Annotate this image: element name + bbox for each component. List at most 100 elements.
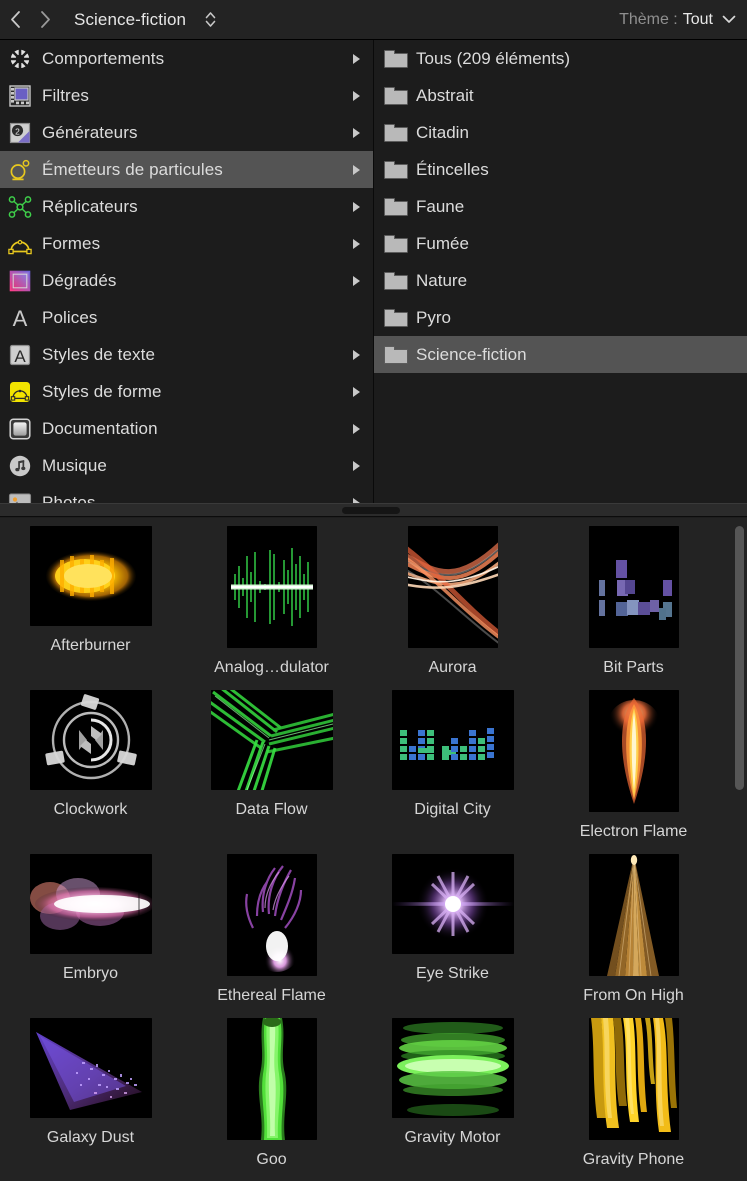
asset-cell[interactable]: Eye Strike <box>362 854 543 1018</box>
asset-cell[interactable]: Galaxy Dust <box>0 1018 181 1181</box>
disclosure-arrow-icon <box>353 349 360 360</box>
asset-thumbnail[interactable] <box>588 854 679 976</box>
folder-label: Tous (209 éléments) <box>416 48 571 68</box>
asset-thumbnail[interactable] <box>29 526 152 626</box>
browser-horizontal-scrollbar[interactable] <box>0 503 747 517</box>
forward-button[interactable] <box>30 0 60 40</box>
asset-thumbnail[interactable] <box>391 1018 514 1118</box>
sidebar-item-replicateurs[interactable]: Réplicateurs <box>0 188 373 225</box>
folder-item-fumee[interactable]: Fumée <box>374 225 747 262</box>
sidebar-item-polices[interactable]: A Polices <box>0 299 373 336</box>
asset-label: Data Flow <box>235 801 308 818</box>
asset-cell[interactable]: Digital City <box>362 690 543 854</box>
folder-item-citadin[interactable]: Citadin <box>374 114 747 151</box>
asset-label: Ethereal Flame <box>217 987 326 1004</box>
sidebar-item-musique[interactable]: Musique <box>0 447 373 484</box>
asset-cell[interactable]: Clockwork <box>0 690 181 854</box>
sidebar-item-styles-de-forme[interactable]: Styles de forme <box>0 373 373 410</box>
asset-label: From On High <box>583 987 684 1004</box>
folder-list[interactable]: Tous (209 éléments) Abstrait Citadin Éti… <box>374 40 747 503</box>
sidebar-item-emetteurs-de-particules[interactable]: Émetteurs de particules <box>0 151 373 188</box>
folder-item-tous[interactable]: Tous (209 éléments) <box>374 40 747 77</box>
motion-library-browser: Science-fiction Thème : Tout Comportemen… <box>0 0 747 1181</box>
folder-icon <box>384 49 408 68</box>
asset-cell[interactable]: Embryo <box>0 854 181 1018</box>
folder-item-abstrait[interactable]: Abstrait <box>374 77 747 114</box>
back-button[interactable] <box>0 0 30 40</box>
asset-label: Digital City <box>414 801 491 818</box>
folder-item-faune[interactable]: Faune <box>374 188 747 225</box>
sidebar-item-label: Photos <box>42 492 96 504</box>
asset-thumbnail[interactable] <box>407 526 498 648</box>
asset-thumbnail[interactable] <box>210 690 333 790</box>
folder-icon <box>384 197 408 216</box>
asset-thumbnail[interactable] <box>391 854 514 954</box>
asset-thumbnail[interactable] <box>29 690 152 790</box>
sidebar-item-generateurs[interactable]: 2 Générateurs <box>0 114 373 151</box>
sidebar-item-comportements[interactable]: Comportements <box>0 40 373 77</box>
sidebar-item-degrades[interactable]: Dégradés <box>0 262 373 299</box>
asset-thumbnail[interactable] <box>226 1018 317 1140</box>
disclosure-arrow-icon <box>353 201 360 212</box>
folder-label: Citadin <box>416 122 469 142</box>
sidebar-item-label: Polices <box>42 307 98 327</box>
sidebar-item-photos[interactable]: Photos <box>0 484 373 503</box>
sidebar-item-filtres[interactable]: Filtres <box>0 77 373 114</box>
asset-cell[interactable]: Ethereal Flame <box>181 854 362 1018</box>
path-stepper-button[interactable] <box>204 0 217 40</box>
sidebar-item-label: Documentation <box>42 418 158 438</box>
asset-cell[interactable]: Goo <box>181 1018 362 1181</box>
asset-cell[interactable]: From On High <box>543 854 724 1018</box>
disclosure-arrow-icon <box>353 90 360 101</box>
scrollbar-thumb[interactable] <box>735 526 744 790</box>
folder-label: Fumée <box>416 233 469 253</box>
sidebar-item-label: Musique <box>42 455 107 475</box>
sidebar-item-label: Styles de texte <box>42 344 156 364</box>
asset-thumbnail[interactable] <box>29 854 152 954</box>
asset-thumbnail[interactable] <box>226 526 317 648</box>
sidebar-item-documentation[interactable]: Documentation <box>0 410 373 447</box>
folder-icon <box>384 234 408 253</box>
folder-item-nature[interactable]: Nature <box>374 262 747 299</box>
stepper-updown-icon <box>205 12 216 27</box>
asset-thumbnail[interactable] <box>588 1018 679 1140</box>
scrollbar-thumb[interactable] <box>342 507 400 514</box>
asset-label: Gravity Phone <box>582 1151 685 1168</box>
asset-cell[interactable]: Gravity Phone <box>543 1018 724 1181</box>
sidebar-item-styles-de-texte[interactable]: A Styles de texte <box>0 336 373 373</box>
sidebar-item-formes[interactable]: Formes <box>0 225 373 262</box>
asset-cell[interactable]: Analog…dulator <box>181 526 362 690</box>
grid-vertical-scrollbar[interactable] <box>735 526 744 1166</box>
theme-filter[interactable]: Thème : Tout <box>619 11 747 29</box>
filmstrip-icon <box>7 83 33 109</box>
asset-cell[interactable]: Bit Parts <box>543 526 724 690</box>
folder-item-etincelles[interactable]: Étincelles <box>374 151 747 188</box>
asset-cell[interactable]: Gravity Motor <box>362 1018 543 1181</box>
disclosure-arrow-icon <box>353 53 360 64</box>
folder-label: Science-fiction <box>416 344 527 364</box>
folder-item-science-fiction[interactable]: Science-fiction <box>374 336 747 373</box>
folder-label: Étincelles <box>416 159 489 179</box>
asset-cell[interactable]: Electron Flame <box>543 690 724 854</box>
asset-thumbnail[interactable] <box>226 854 317 976</box>
asset-thumbnail[interactable] <box>588 526 679 648</box>
sidebar-item-label: Générateurs <box>42 122 138 142</box>
folder-item-pyro[interactable]: Pyro <box>374 299 747 336</box>
replicator-icon <box>7 194 33 220</box>
documentation-icon <box>7 416 33 442</box>
asset-label: Galaxy Dust <box>46 1129 135 1146</box>
theme-value: Tout <box>682 10 713 28</box>
asset-cell[interactable]: Aurora <box>362 526 543 690</box>
folder-label: Pyro <box>416 307 451 327</box>
category-list[interactable]: Comportements Filtres 2 Générateurs Émet… <box>0 40 374 503</box>
gear-icon <box>7 46 33 72</box>
asset-thumbnail[interactable] <box>391 690 514 790</box>
asset-thumbnail[interactable] <box>588 690 679 812</box>
sidebar-item-label: Émetteurs de particules <box>42 159 223 179</box>
asset-cell[interactable]: Data Flow <box>181 690 362 854</box>
asset-label: Eye Strike <box>416 965 489 982</box>
asset-cell[interactable]: Afterburner <box>0 526 181 690</box>
asset-thumbnail[interactable] <box>29 1018 152 1118</box>
folder-icon <box>384 345 408 364</box>
sidebar-item-label: Formes <box>42 233 101 253</box>
